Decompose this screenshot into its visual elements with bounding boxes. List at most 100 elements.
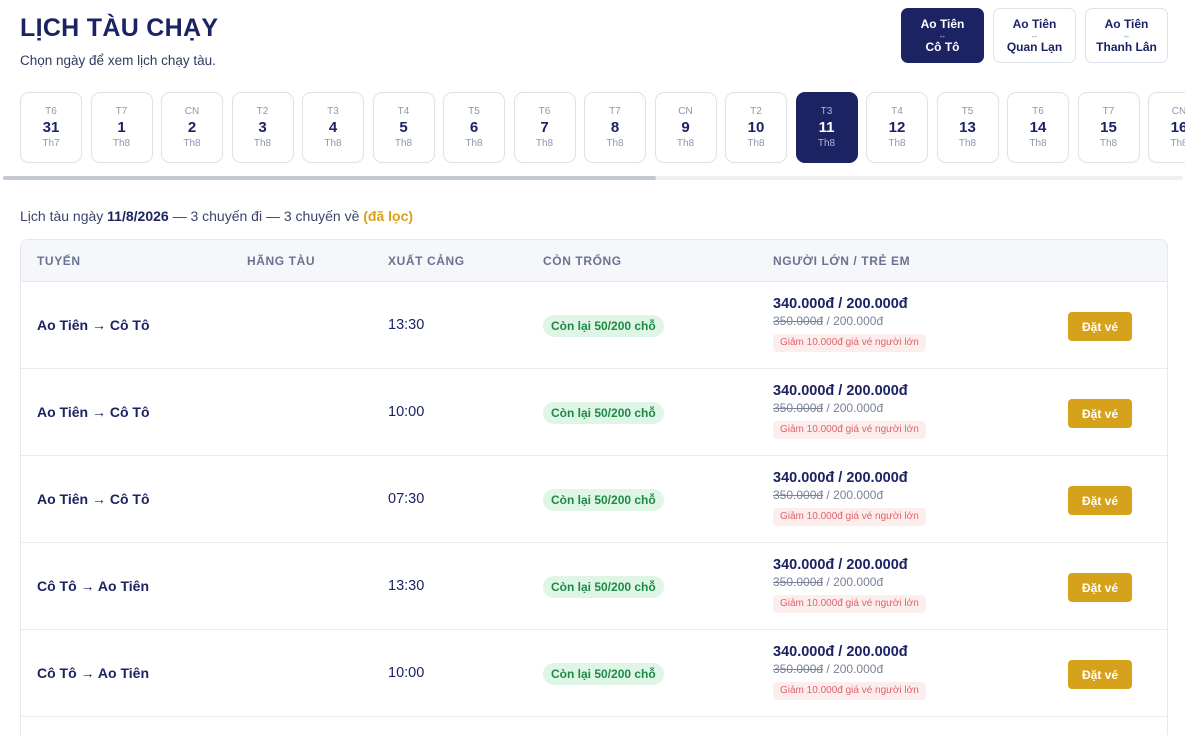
date-month: Th8	[112, 137, 131, 149]
date-weekday: T2	[750, 105, 762, 117]
filtered-label: (đã lọc)	[363, 208, 414, 224]
seats-badge: Còn lại 50/200 chỗ	[543, 315, 664, 337]
date-month: Th8	[888, 137, 906, 149]
route-to: Cô Tô	[925, 40, 960, 54]
date-weekday: T3	[820, 105, 833, 117]
date-card-4[interactable]: T3 4 Th8	[302, 92, 364, 163]
date-day: 10	[747, 118, 765, 136]
date-month: Th8	[1099, 137, 1118, 149]
date-month: Th8	[747, 137, 765, 149]
date-weekday: T7	[609, 105, 621, 117]
price-original: 350.000đ / 200.000đ	[773, 314, 926, 329]
trip-route: Cô Tô → Ao Tiên	[37, 578, 149, 594]
date-day: 12	[888, 118, 906, 136]
date-card-9[interactable]: CN 9 Th8	[654, 92, 717, 163]
price-current: 340.000đ / 200.000đ	[773, 557, 908, 573]
table-row: Ao Tiên → Cô Tô 10:00 Còn lại 50/200 chỗ 34…	[21, 369, 1167, 456]
table-body: Ao Tiên → Cô Tô 13:30 Còn lại 50/200 chỗ 34…	[21, 282, 1167, 717]
date-card-5[interactable]: T4 5 Th8	[372, 92, 435, 163]
date-card-7[interactable]: T6 7 Th8	[513, 92, 576, 163]
date-month: Th8	[465, 137, 483, 149]
date-card-8[interactable]: T7 8 Th8	[584, 92, 646, 163]
date-card-2[interactable]: CN 2 Th8	[161, 92, 223, 163]
date-day: 13	[959, 118, 976, 136]
date-card-13[interactable]: T5 13 Th8	[936, 92, 999, 163]
book-ticket-button[interactable]: Đặt vé	[1068, 312, 1132, 341]
date-day: 6	[469, 118, 479, 136]
date-card-11[interactable]: T3 11 Th8	[795, 92, 858, 163]
table-row: Cô Tô → Ao Tiên 13:30 Còn lại 50/200 chỗ 34…	[21, 543, 1167, 630]
table-header: TUYẾN HÃNG TÀU XUẤT CẢNG CÒN TRỐNG NGƯỜI…	[21, 240, 1167, 282]
price-old-adult: 350.000đ	[773, 314, 824, 328]
date-scrollbar-thumb[interactable]	[3, 176, 656, 180]
swap-arrow-icon: ↔	[1122, 31, 1131, 40]
swap-arrow-icon: ↔	[938, 31, 947, 40]
date-card-10[interactable]: T2 10 Th8	[725, 92, 787, 163]
price-cell: 340.000đ / 200.000đ 350.000đ / 200.000đ Gi…	[773, 296, 926, 352]
date-strip: T6 31 Th7 T7 1 Th8 CN 2 Th8 T2 3 Th8 T3 4 Th8 T4 5 Th8 T5 6…	[20, 92, 1185, 164]
price-old-child: / 200.000đ	[823, 314, 884, 328]
date-weekday: T5	[961, 105, 974, 117]
price-original: 350.000đ / 200.000đ	[773, 401, 926, 416]
route-button-0[interactable]: Ao Tiên ↔ Cô Tô	[901, 8, 984, 63]
date-track: T6 31 Th7 T7 1 Th8 CN 2 Th8 T2 3 Th8 T3 4 Th8 T4 5 Th8 T5 6…	[20, 92, 1185, 163]
header-price: NGƯỜI LỚN / TRẺ EM	[773, 254, 911, 268]
date-card-16[interactable]: CN 16 Th8	[1148, 92, 1185, 163]
date-month: Th8	[394, 137, 413, 149]
route-from: Ao Tiên	[920, 17, 965, 31]
schedule-summary: Lịch tàu ngày 11/8/2026 — 3 chuyến đi — …	[20, 208, 413, 224]
book-ticket-button[interactable]: Đặt vé	[1068, 486, 1132, 515]
date-day: 9	[681, 118, 690, 136]
discount-badge: Giảm 10.000đ giá vé người lớn	[773, 334, 926, 352]
date-card-6[interactable]: T5 6 Th8	[443, 92, 505, 163]
route-to: Thanh Lân	[1096, 40, 1157, 54]
date-day: 11	[818, 118, 835, 136]
discount-badge: Giảm 10.000đ giá vé người lớn	[773, 421, 926, 439]
book-ticket-button[interactable]: Đặt vé	[1068, 399, 1132, 428]
date-weekday: T2	[256, 105, 269, 117]
date-card-15[interactable]: T7 15 Th8	[1077, 92, 1140, 163]
date-month: Th8	[1029, 137, 1047, 149]
departure-time: 07:30	[388, 491, 425, 507]
date-scrollbar[interactable]	[3, 176, 1183, 180]
table-row: Ao Tiên → Cô Tô 13:30 Còn lại 50/200 chỗ 34…	[21, 282, 1167, 369]
price-current: 340.000đ / 200.000đ	[773, 470, 908, 486]
price-cell: 340.000đ / 200.000đ 350.000đ / 200.000đ Gi…	[773, 470, 926, 526]
date-day: 8	[610, 118, 620, 136]
date-day: 5	[399, 118, 408, 136]
table-row: Ao Tiên → Cô Tô 07:30 Còn lại 50/200 chỗ 34…	[21, 456, 1167, 543]
price-old-child: / 200.000đ	[823, 662, 884, 676]
date-card-3[interactable]: T2 3 Th8	[231, 92, 294, 163]
route-button-1[interactable]: Ao Tiên ↔ Quan Lạn	[993, 8, 1076, 63]
price-cell: 340.000đ / 200.000đ 350.000đ / 200.000đ Gi…	[773, 644, 926, 700]
date-month: Th8	[535, 137, 554, 149]
date-month: Th8	[1170, 137, 1185, 149]
date-card-1[interactable]: T7 1 Th8	[90, 92, 153, 163]
date-weekday: T4	[397, 105, 410, 117]
date-day: 7	[540, 118, 549, 136]
date-month: Th8	[817, 137, 836, 149]
seats-badge: Còn lại 50/200 chỗ	[543, 489, 664, 511]
date-day: 15	[1100, 118, 1117, 136]
price-old-child: / 200.000đ	[823, 575, 884, 589]
date-month: Th7	[42, 137, 60, 149]
book-ticket-button[interactable]: Đặt vé	[1068, 573, 1132, 602]
price-original: 350.000đ / 200.000đ	[773, 575, 926, 590]
date-card-12[interactable]: T4 12 Th8	[866, 92, 928, 163]
price-original: 350.000đ / 200.000đ	[773, 488, 926, 503]
price-old-adult: 350.000đ	[773, 488, 824, 502]
date-card-31[interactable]: T6 31 Th7	[20, 92, 82, 163]
route-button-2[interactable]: Ao Tiên ↔ Thanh Lân	[1085, 8, 1168, 63]
book-ticket-button[interactable]: Đặt vé	[1068, 660, 1132, 689]
date-card-14[interactable]: T6 14 Th8	[1007, 92, 1069, 163]
header-route: TUYẾN	[37, 254, 81, 268]
date-day: 14	[1029, 118, 1047, 136]
header-operator: HÃNG TÀU	[247, 254, 316, 268]
discount-badge: Giảm 10.000đ giá vé người lớn	[773, 508, 926, 526]
date-weekday: T4	[891, 105, 903, 117]
summary-date: 11/8/2026	[107, 208, 169, 224]
date-weekday: T6	[1032, 105, 1044, 117]
date-day: 16	[1170, 118, 1185, 136]
date-day: 1	[117, 118, 126, 136]
date-weekday: T3	[327, 105, 339, 117]
